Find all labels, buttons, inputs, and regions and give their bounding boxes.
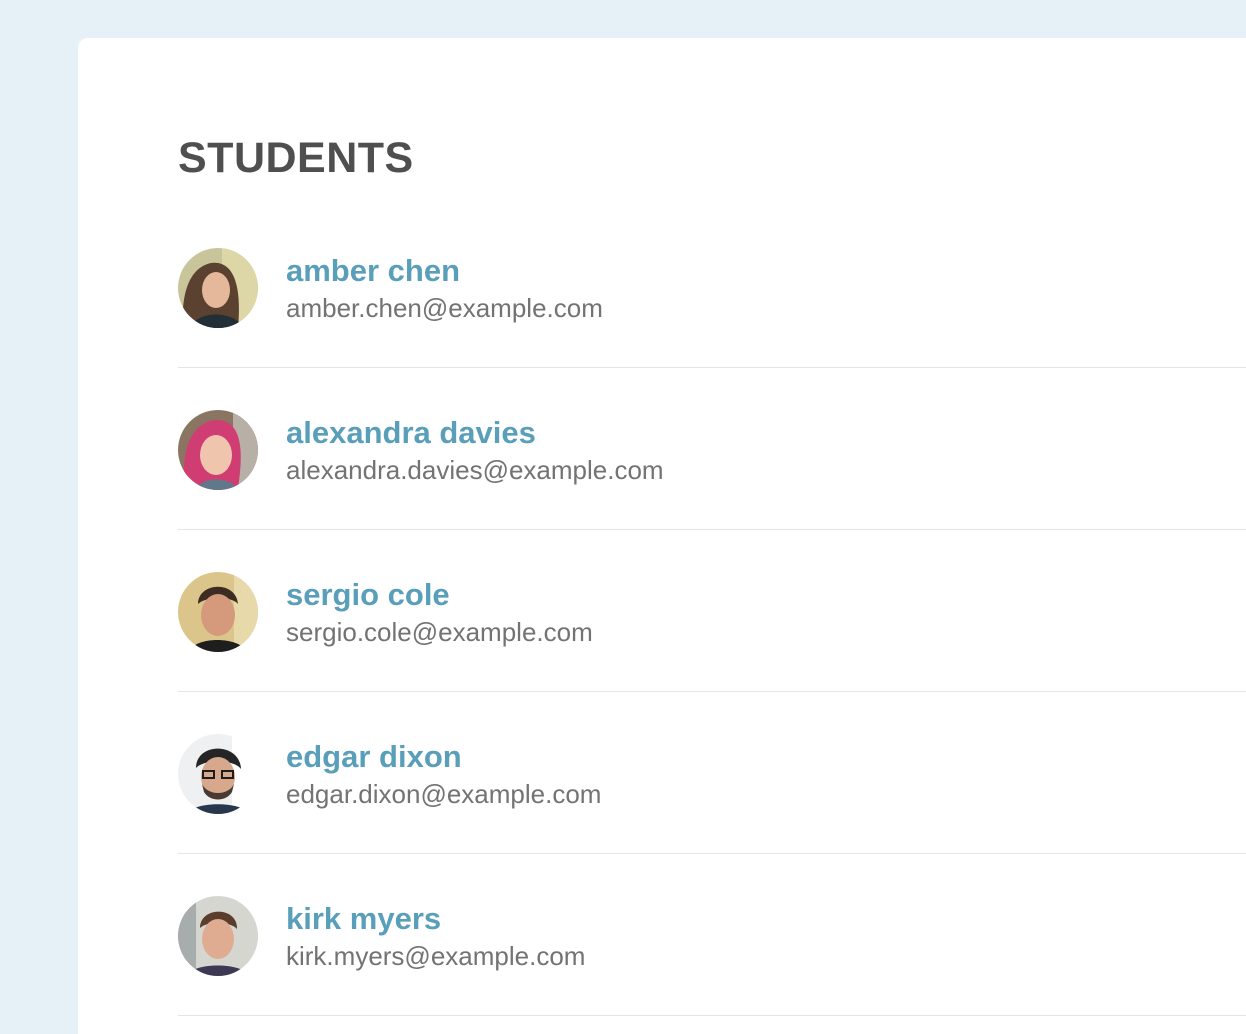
list-item: kirk myers kirk.myers@example.com (178, 854, 1246, 1016)
students-panel: STUDENTS amber chen amber.chen@example.c… (78, 38, 1246, 1034)
avatar[interactable] (178, 572, 258, 652)
student-name-link[interactable]: edgar dixon (286, 739, 462, 775)
avatar-photo-icon (178, 248, 258, 328)
avatar-photo-icon (178, 896, 258, 976)
page-title: STUDENTS (178, 134, 414, 182)
avatar-photo-icon (178, 410, 258, 490)
avatar[interactable] (178, 734, 258, 814)
student-name-link[interactable]: kirk myers (286, 901, 441, 937)
student-email: amber.chen@example.com (286, 293, 603, 323)
avatar-photo-icon (178, 734, 258, 814)
avatar[interactable] (178, 248, 258, 328)
list-item: amber chen amber.chen@example.com (178, 206, 1246, 368)
avatar-photo-icon (178, 572, 258, 652)
list-item: edgar dixon edgar.dixon@example.com (178, 692, 1246, 854)
student-name-link[interactable]: alexandra davies (286, 415, 536, 451)
list-item: sergio cole sergio.cole@example.com (178, 530, 1246, 692)
avatar[interactable] (178, 896, 258, 976)
student-name-link[interactable]: sergio cole (286, 577, 450, 613)
avatar[interactable] (178, 410, 258, 490)
student-email: kirk.myers@example.com (286, 941, 586, 971)
list-item: alexandra davies alexandra.davies@exampl… (178, 368, 1246, 530)
student-email: edgar.dixon@example.com (286, 779, 602, 809)
student-email: alexandra.davies@example.com (286, 455, 664, 485)
student-name-link[interactable]: amber chen (286, 253, 460, 289)
student-email: sergio.cole@example.com (286, 617, 593, 647)
students-list: amber chen amber.chen@example.com alexan… (178, 206, 1246, 1016)
